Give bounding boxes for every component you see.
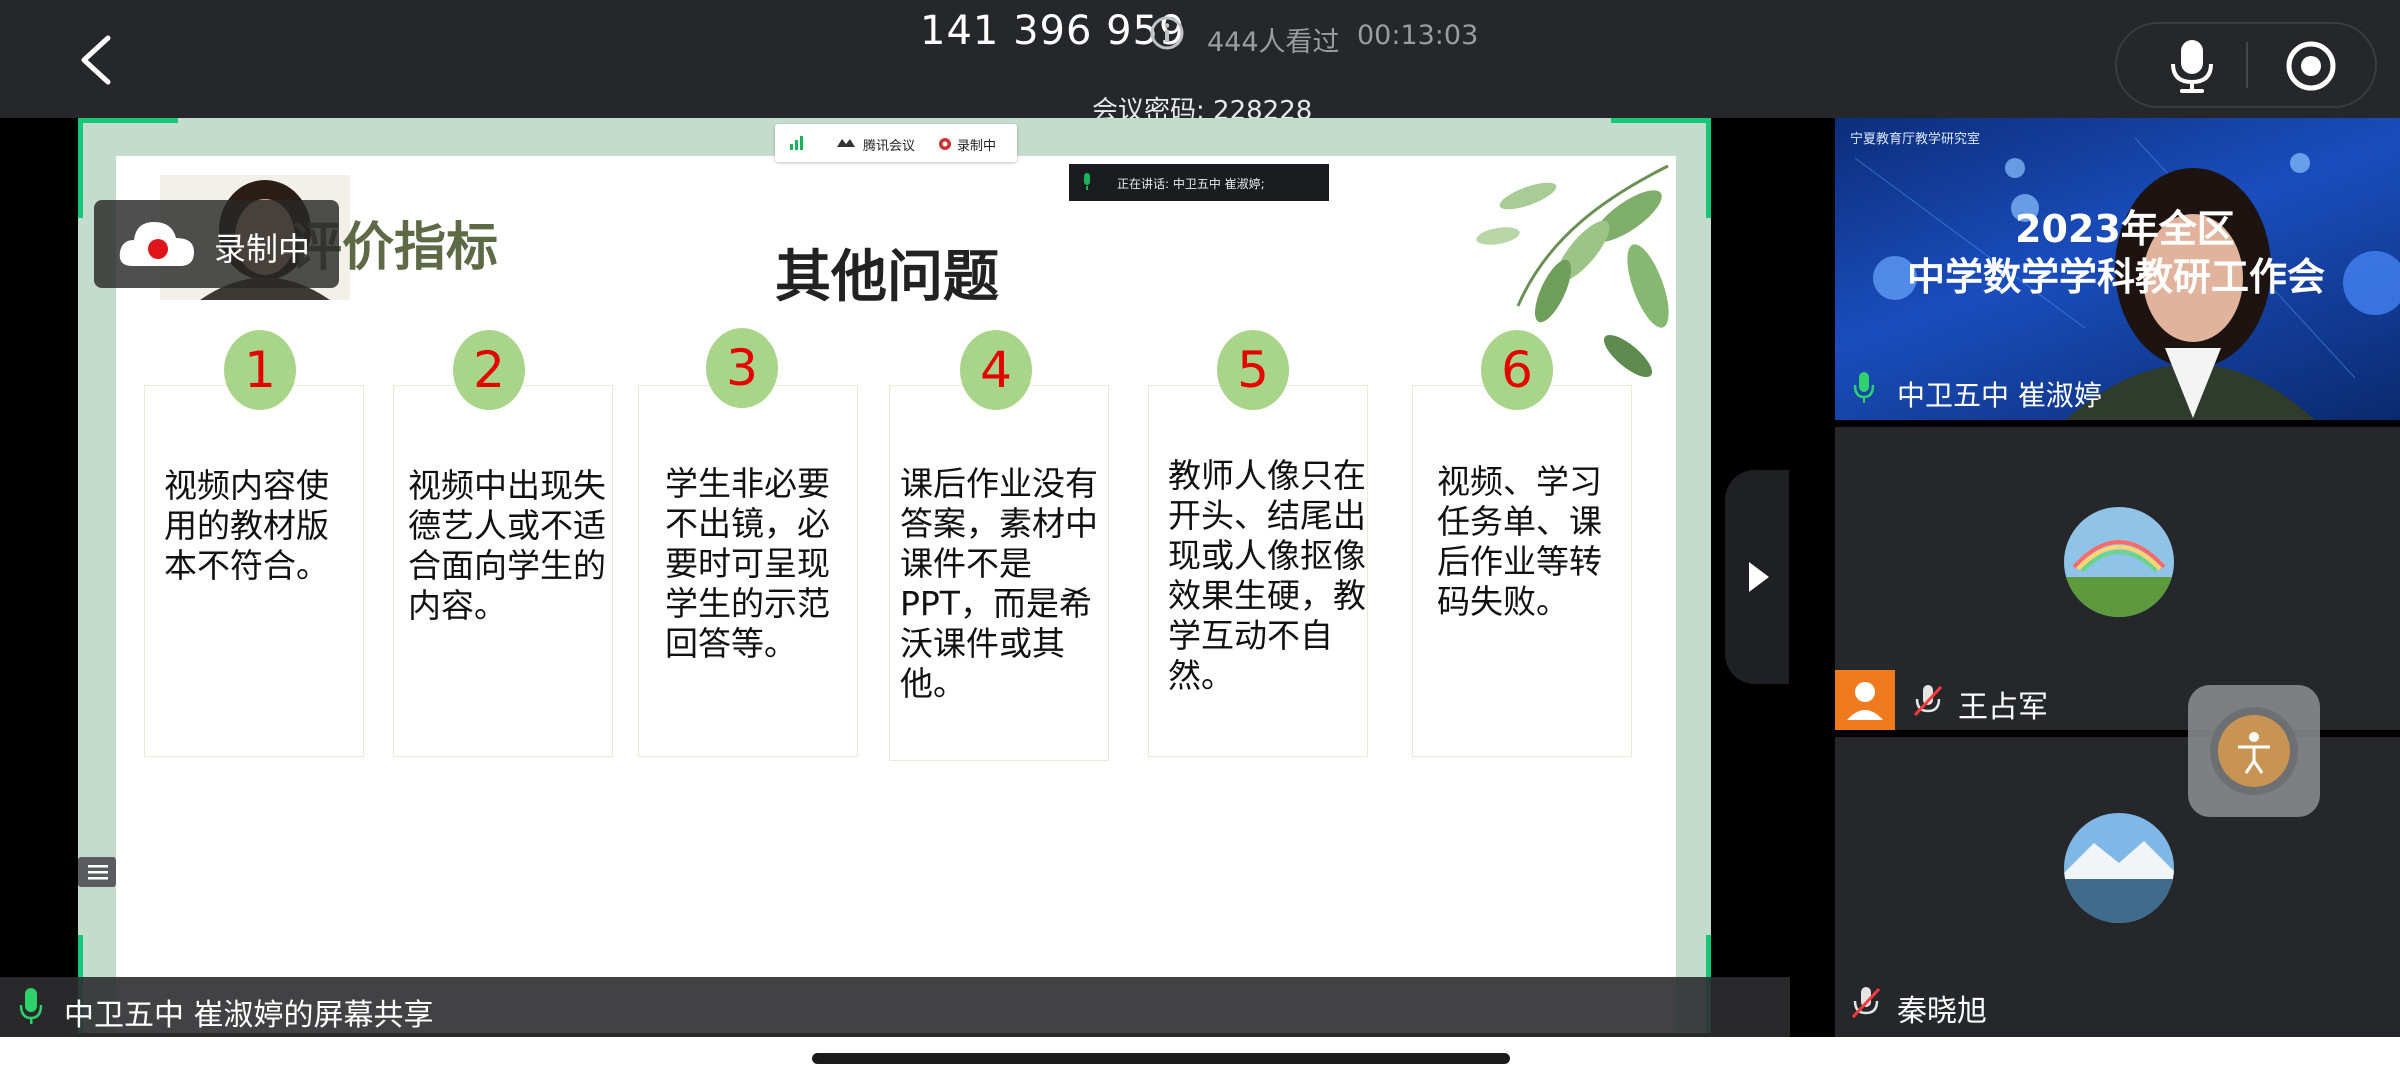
issue-text: 课后作业没有答案，素材中课件不是PPT，而是希沃课件或其他。 xyxy=(900,464,1098,703)
issue-text: 视频中出现失德艺人或不适合面向学生的内容。 xyxy=(408,466,606,625)
participant-name: 王占军 xyxy=(1958,690,2048,725)
control-divider xyxy=(2246,42,2248,88)
tencent-meeting-label: 腾讯会议 xyxy=(863,139,916,154)
issue-text: 视频、学习任务单、课后作业等转码失败。 xyxy=(1437,462,1602,621)
issue-text: 学生非必要不出镜，必要时可呈现学生的示范回答等。 xyxy=(665,464,830,663)
microphone-icon[interactable] xyxy=(2165,38,2219,94)
tencent-logo-icon xyxy=(837,139,855,147)
recording-label: 录制中 xyxy=(214,230,311,268)
expand-panel-button[interactable] xyxy=(1725,470,1789,684)
list-toggle-icon[interactable] xyxy=(78,857,116,887)
back-button[interactable] xyxy=(70,30,130,90)
microphone-icon xyxy=(1853,372,1875,403)
issue-text: 教师人像只在开头、结尾出现或人像抠像效果生硬，教学互动不自然。 xyxy=(1168,456,1366,695)
corner-marker xyxy=(1611,118,1711,123)
tencent-meeting-bar: 腾讯会议 录制中 xyxy=(775,124,1017,162)
triangle-right-icon xyxy=(1749,562,1769,592)
participant-video-presenter[interactable]: 宁夏教育厅教学研究室 2023年全区 中学数学学科教研工作会 中卫五中 崔淑婷 xyxy=(1835,118,2400,420)
issue-number: 4 xyxy=(960,330,1032,410)
banner-line1: 2023年全区 xyxy=(2015,207,2235,251)
issue-number: 5 xyxy=(1217,330,1289,410)
cloud-record-icon xyxy=(939,138,951,150)
issue-number: 3 xyxy=(706,328,778,408)
banner-line2: 中学数学学科教研工作会 xyxy=(1907,255,2326,299)
avatar xyxy=(2064,507,2174,617)
avatar xyxy=(2064,813,2174,923)
corner-marker xyxy=(1706,118,1711,218)
issue-number: 1 xyxy=(224,330,296,410)
user-icon xyxy=(1835,670,1895,730)
tencent-recording-label: 录制中 xyxy=(957,139,997,154)
participant-name: 秦晓旭 xyxy=(1897,994,1987,1029)
home-indicator[interactable] xyxy=(812,1053,1510,1064)
viewer-count: 444人看过 xyxy=(1207,27,1340,58)
banner-org: 宁夏教育厅教学研究室 xyxy=(1850,132,1981,147)
accessibility-icon[interactable] xyxy=(2188,685,2320,817)
issue-number: 6 xyxy=(1481,330,1553,410)
issue-number: 2 xyxy=(453,330,525,410)
info-icon[interactable] xyxy=(1150,16,1184,50)
mic-muted-icon xyxy=(1913,685,1943,717)
issue-text: 视频内容使用的教材版本不符合。 xyxy=(164,466,329,585)
record-icon[interactable] xyxy=(2285,40,2337,92)
cloud-record-icon xyxy=(119,222,194,266)
corner-marker xyxy=(78,118,83,218)
corner-marker xyxy=(78,118,178,123)
slide-title: 其他问题 xyxy=(775,244,999,310)
mic-muted-icon xyxy=(1851,987,1881,1019)
recording-badge[interactable]: 录制中 xyxy=(94,200,339,288)
meeting-timer: 00:13:03 xyxy=(1357,20,1479,51)
share-footer: 中卫五中 崔淑婷的屏幕共享 xyxy=(0,977,1790,1037)
share-footer-label: 中卫五中 崔淑婷的屏幕共享 xyxy=(64,998,434,1033)
speaking-label: 正在讲话: 中卫五中 崔淑婷; xyxy=(1117,177,1265,191)
participant-name: 中卫五中 崔淑婷 xyxy=(1897,379,2102,412)
microphone-icon xyxy=(19,988,43,1024)
speaker-mic-icon xyxy=(1084,173,1090,190)
meeting-id[interactable]: 141 396 959 xyxy=(920,8,1185,54)
signal-icon xyxy=(790,136,803,150)
speaking-indicator: 正在讲话: 中卫五中 崔淑婷; xyxy=(1069,164,1329,201)
